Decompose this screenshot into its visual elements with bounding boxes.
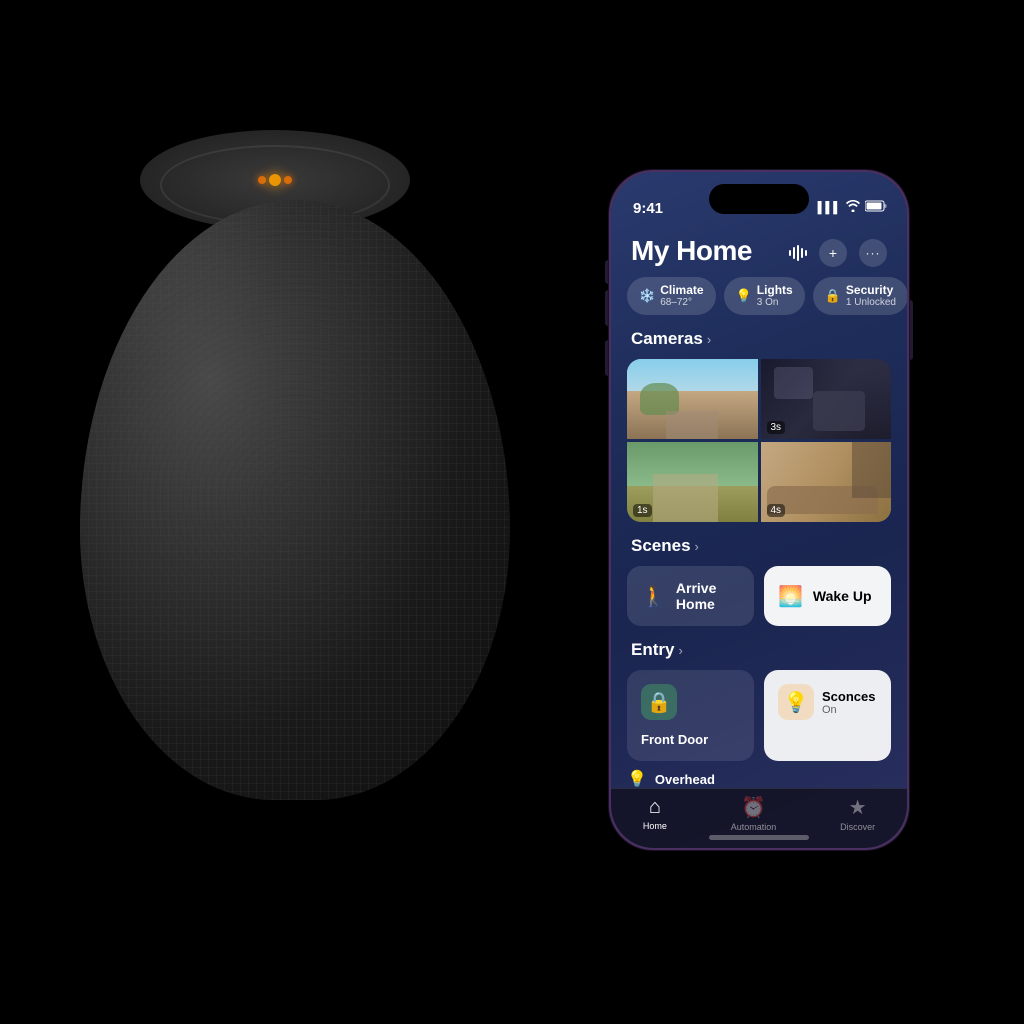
camera-timestamp-3: 1s xyxy=(633,504,652,517)
cameras-title: Cameras xyxy=(631,329,703,349)
sconces-icon: 💡 xyxy=(778,684,814,720)
lights-label: Lights xyxy=(757,283,793,297)
security-label: Security xyxy=(846,283,896,297)
front-door-card[interactable]: 🔒 Front Door xyxy=(627,670,754,761)
app-content: My Home + xyxy=(611,227,907,788)
camera-cell-2[interactable]: 3s xyxy=(761,359,892,439)
arrive-home-label: Arrive Home xyxy=(676,580,740,612)
main-scene: 9:41 ▌▌▌ xyxy=(0,0,1024,1024)
wake-up-icon: 🌅 xyxy=(778,584,803,609)
entry-chevron-icon: › xyxy=(678,643,682,658)
climate-label: Climate xyxy=(660,283,703,297)
iphone: 9:41 ▌▌▌ xyxy=(609,170,909,850)
front-door-label: Front Door xyxy=(641,732,740,747)
scenes-chevron-icon: › xyxy=(695,539,699,554)
automation-nav-label: Automation xyxy=(731,822,777,832)
homepod-shadow xyxy=(110,850,490,890)
entry-title: Entry xyxy=(631,640,674,660)
more-button[interactable]: ··· xyxy=(859,239,887,267)
camera-cell-3[interactable]: 1s xyxy=(627,442,758,522)
app-header: My Home + xyxy=(611,227,907,277)
homepod-top-display xyxy=(225,160,325,200)
lights-pill[interactable]: 💡 Lights 3 On xyxy=(724,277,805,315)
arrive-home-button[interactable]: 🚶 Arrive Home xyxy=(627,566,754,626)
camera-cell-4[interactable]: 4s xyxy=(761,442,892,522)
iphone-frame: 9:41 ▌▌▌ xyxy=(609,170,909,850)
nav-home[interactable]: ⌂ Home xyxy=(643,796,667,831)
homepod xyxy=(60,120,540,870)
siri-waveform-icon[interactable] xyxy=(789,243,807,263)
camera-cell-1[interactable] xyxy=(627,359,758,439)
camera-timestamp-2: 3s xyxy=(767,421,786,434)
overhead-label: Overhead xyxy=(655,772,715,787)
climate-pill[interactable]: ❄️ Climate 68–72° xyxy=(627,277,716,315)
scenes-section-header[interactable]: Scenes › xyxy=(611,536,907,566)
iphone-screen: 9:41 ▌▌▌ xyxy=(611,172,907,848)
front-door-icon: 🔒 xyxy=(641,684,677,720)
home-indicator xyxy=(709,835,809,840)
lights-value: 3 On xyxy=(757,297,793,309)
discover-nav-label: Discover xyxy=(840,822,875,832)
wifi-icon xyxy=(846,200,860,215)
nav-discover[interactable]: ★ Discover xyxy=(840,795,875,832)
home-nav-icon: ⌂ xyxy=(649,796,661,819)
entry-section-header[interactable]: Entry › xyxy=(611,640,907,670)
lights-icon: 💡 xyxy=(736,288,752,304)
sconces-name: Sconces xyxy=(822,689,875,704)
sconces-status: On xyxy=(822,704,875,716)
cameras-chevron-icon: › xyxy=(707,332,711,347)
nav-automation[interactable]: ⏰ Automation xyxy=(731,795,777,832)
sconces-card[interactable]: 💡 Sconces On xyxy=(764,670,891,761)
wake-up-button[interactable]: 🌅 Wake Up xyxy=(764,566,891,626)
wake-up-label: Wake Up xyxy=(813,588,872,604)
security-value: 1 Unlocked xyxy=(846,297,896,309)
signal-icon: ▌▌▌ xyxy=(818,202,841,214)
automation-nav-icon: ⏰ xyxy=(741,795,766,820)
cameras-section-header[interactable]: Cameras › xyxy=(611,329,907,359)
scenes-row: 🚶 Arrive Home 🌅 Wake Up xyxy=(611,566,907,640)
homepod-body xyxy=(80,200,510,800)
scenes-title: Scenes xyxy=(631,536,691,556)
page-title: My Home xyxy=(631,235,752,267)
camera-image-1 xyxy=(627,359,758,439)
overhead-item[interactable]: 💡 Overhead xyxy=(611,761,907,788)
security-icon: 🔒 xyxy=(825,288,841,304)
header-actions: + ··· xyxy=(789,235,887,267)
status-time: 9:41 xyxy=(633,200,663,217)
camera-grid: 3s 1s xyxy=(627,359,891,522)
home-nav-label: Home xyxy=(643,821,667,831)
add-button[interactable]: + xyxy=(819,239,847,267)
status-icons: ▌▌▌ xyxy=(818,200,887,215)
overhead-icon: 💡 xyxy=(627,769,647,788)
climate-icon: ❄️ xyxy=(639,288,655,304)
status-pills: ❄️ Climate 68–72° 💡 Lights 3 On xyxy=(611,277,907,329)
camera-timestamp-4: 4s xyxy=(767,504,786,517)
security-pill[interactable]: 🔒 Security 1 Unlocked xyxy=(813,277,907,315)
battery-icon xyxy=(865,200,887,215)
arrive-home-icon: 🚶 xyxy=(641,584,666,609)
dynamic-island xyxy=(709,184,809,214)
discover-nav-icon: ★ xyxy=(849,795,867,820)
climate-value: 68–72° xyxy=(660,297,703,309)
entry-grid: 🔒 Front Door 💡 Sconces xyxy=(611,670,907,761)
